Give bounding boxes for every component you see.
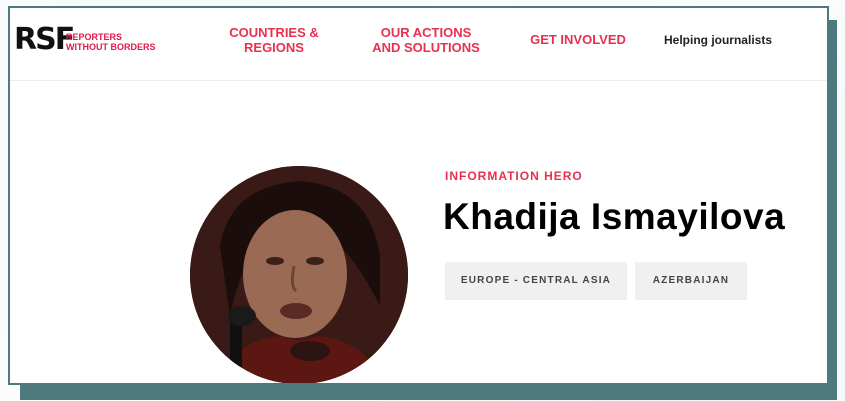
webpage-card: RSF REPORTERS WITHOUT BORDERS COUNTRIES … [8, 6, 829, 385]
profile-category: INFORMATION HERO [445, 169, 583, 183]
nav-our-actions-line-1: OUR ACTIONS [380, 25, 472, 40]
profile-photo [190, 166, 408, 383]
nav-get-involved[interactable]: GET INVOLVED [523, 32, 633, 47]
portrait-illustration [190, 166, 408, 383]
nav-our-actions[interactable]: OUR ACTIONS AND SOLUTIONS [366, 25, 486, 55]
nav-countries-regions[interactable]: COUNTRIES & REGIONS [222, 25, 326, 55]
nav-countries-regions-line-2: REGIONS [244, 40, 304, 55]
logo-wordmark: REPORTERS WITHOUT BORDERS [66, 32, 156, 52]
nav-helping-journalists[interactable]: Helping journalists [662, 33, 774, 48]
profile-name: Khadija Ismayilova [443, 196, 786, 237]
rsf-logo[interactable]: RSF REPORTERS WITHOUT BORDERS [14, 20, 164, 60]
tag-country[interactable]: AZERBAIJAN [635, 262, 747, 300]
nav-our-actions-line-2: AND SOLUTIONS [372, 40, 480, 55]
nav-countries-regions-line-1: COUNTRIES & [229, 25, 319, 40]
tag-region[interactable]: EUROPE - CENTRAL ASIA [445, 262, 627, 300]
logo-mark: RSF [14, 22, 75, 57]
logo-line-2: WITHOUT BORDERS [66, 42, 156, 52]
logo-line-1: REPORTERS [66, 32, 123, 42]
site-header: RSF REPORTERS WITHOUT BORDERS COUNTRIES … [10, 8, 827, 81]
